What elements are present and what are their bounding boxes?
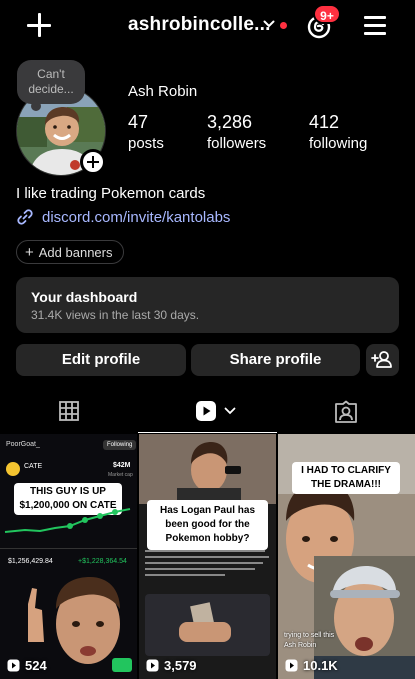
add-banners-button[interactable]: + Add banners: [16, 240, 124, 264]
grid-icon: [59, 401, 79, 421]
add-user-icon: [371, 351, 392, 368]
stat-followers[interactable]: 3,286 followers: [207, 112, 266, 152]
note-bubble[interactable]: Can't decide...: [17, 60, 85, 111]
balance-change: +$1,228,364.54: [78, 558, 127, 565]
share-profile-button[interactable]: Share profile: [191, 344, 360, 376]
chevron-down-icon: [224, 407, 236, 415]
reel-views: 10.1K: [285, 658, 338, 673]
content-tabs: [0, 388, 415, 434]
views-count: 10.1K: [303, 658, 338, 673]
add-story-icon[interactable]: [80, 149, 106, 175]
dashboard-title: Your dashboard: [31, 289, 138, 305]
reels-grid: PoorGoat_ Following CATE $42M Market cap…: [0, 434, 415, 679]
stat-following[interactable]: 412 following: [309, 112, 367, 152]
reels-icon: [196, 401, 216, 421]
token-name: CATE: [24, 463, 43, 470]
stat-label: posts: [128, 135, 164, 152]
price-chart-icon: [4, 508, 131, 533]
menu-icon[interactable]: [364, 15, 386, 35]
balance: $1,256,429.84: [8, 558, 53, 565]
reel-subtitle: trying to sell this: [284, 632, 335, 639]
token-icon: [6, 462, 20, 476]
display-name: Ash Robin: [128, 83, 198, 100]
views-count: 524: [25, 658, 47, 673]
plus-icon: +: [25, 243, 34, 261]
add-banners-label: Add banners: [38, 244, 113, 260]
reel-views: 3,579: [146, 658, 197, 673]
profile-link[interactable]: discord.com/invite/kantolabs: [16, 208, 230, 226]
stat-value: 412: [309, 112, 340, 132]
active-tab-indicator: [138, 432, 277, 433]
link-icon: [17, 209, 33, 225]
card-photo: [145, 594, 270, 656]
stat-label: followers: [207, 135, 267, 152]
create-plus-icon[interactable]: [26, 12, 52, 38]
dashboard-card[interactable]: Your dashboard 31.4K views in the last 3…: [16, 277, 399, 333]
post-account: PoorGoat_: [6, 441, 40, 448]
bio-text: I like trading Pokemon cards: [16, 185, 206, 202]
account-username[interactable]: ashrobincolle...: [128, 14, 271, 36]
edit-profile-button[interactable]: Edit profile: [16, 344, 186, 376]
article-text: [145, 550, 270, 590]
reel-tile[interactable]: PoorGoat_ Following CATE $42M Market cap…: [0, 434, 137, 679]
link-text[interactable]: discord.com/invite/kantolabs: [42, 209, 230, 226]
chevron-down-icon[interactable]: [263, 18, 275, 30]
tab-tagged[interactable]: [277, 388, 415, 434]
notification-badge: 9+: [313, 4, 341, 24]
dashboard-subtitle: 31.4K views in the last 30 days.: [31, 308, 200, 322]
green-button: [112, 658, 132, 672]
podcast-host: [177, 442, 241, 506]
token-mcap: $42M: [113, 462, 131, 469]
status-dot: [280, 22, 287, 29]
tab-reels[interactable]: [138, 388, 277, 434]
stat-value: 47: [128, 112, 149, 132]
token-mcap-label: Market cap: [108, 472, 133, 478]
reel-caption: Has Logan Paul has been good for the Pok…: [147, 500, 268, 550]
stat-posts[interactable]: 47 posts: [128, 112, 164, 152]
top-bar: ashrobincolle... 9+: [0, 0, 415, 52]
stat-value: 3,286: [207, 112, 253, 132]
tab-grid[interactable]: [0, 388, 138, 434]
play-icon: [146, 659, 159, 672]
post-follow-badge: Following: [103, 440, 137, 450]
reel-caption: I HAD TO CLARIFY THE DRAMA!!!: [292, 462, 400, 494]
stat-label: following: [309, 135, 368, 152]
views-count: 3,579: [164, 658, 197, 673]
pointing-hand: [28, 588, 44, 642]
tagged-icon: [335, 400, 357, 423]
play-icon: [7, 659, 20, 672]
add-user-button[interactable]: [366, 344, 399, 376]
play-icon: [285, 659, 298, 672]
reel-author: Ash Robin: [284, 642, 317, 649]
reel-tile[interactable]: I HAD TO CLARIFY THE DRAMA!!! trying to …: [278, 434, 415, 679]
reel-views: 524: [7, 658, 47, 673]
reel-tile[interactable]: Has Logan Paul has been good for the Pok…: [139, 434, 276, 679]
